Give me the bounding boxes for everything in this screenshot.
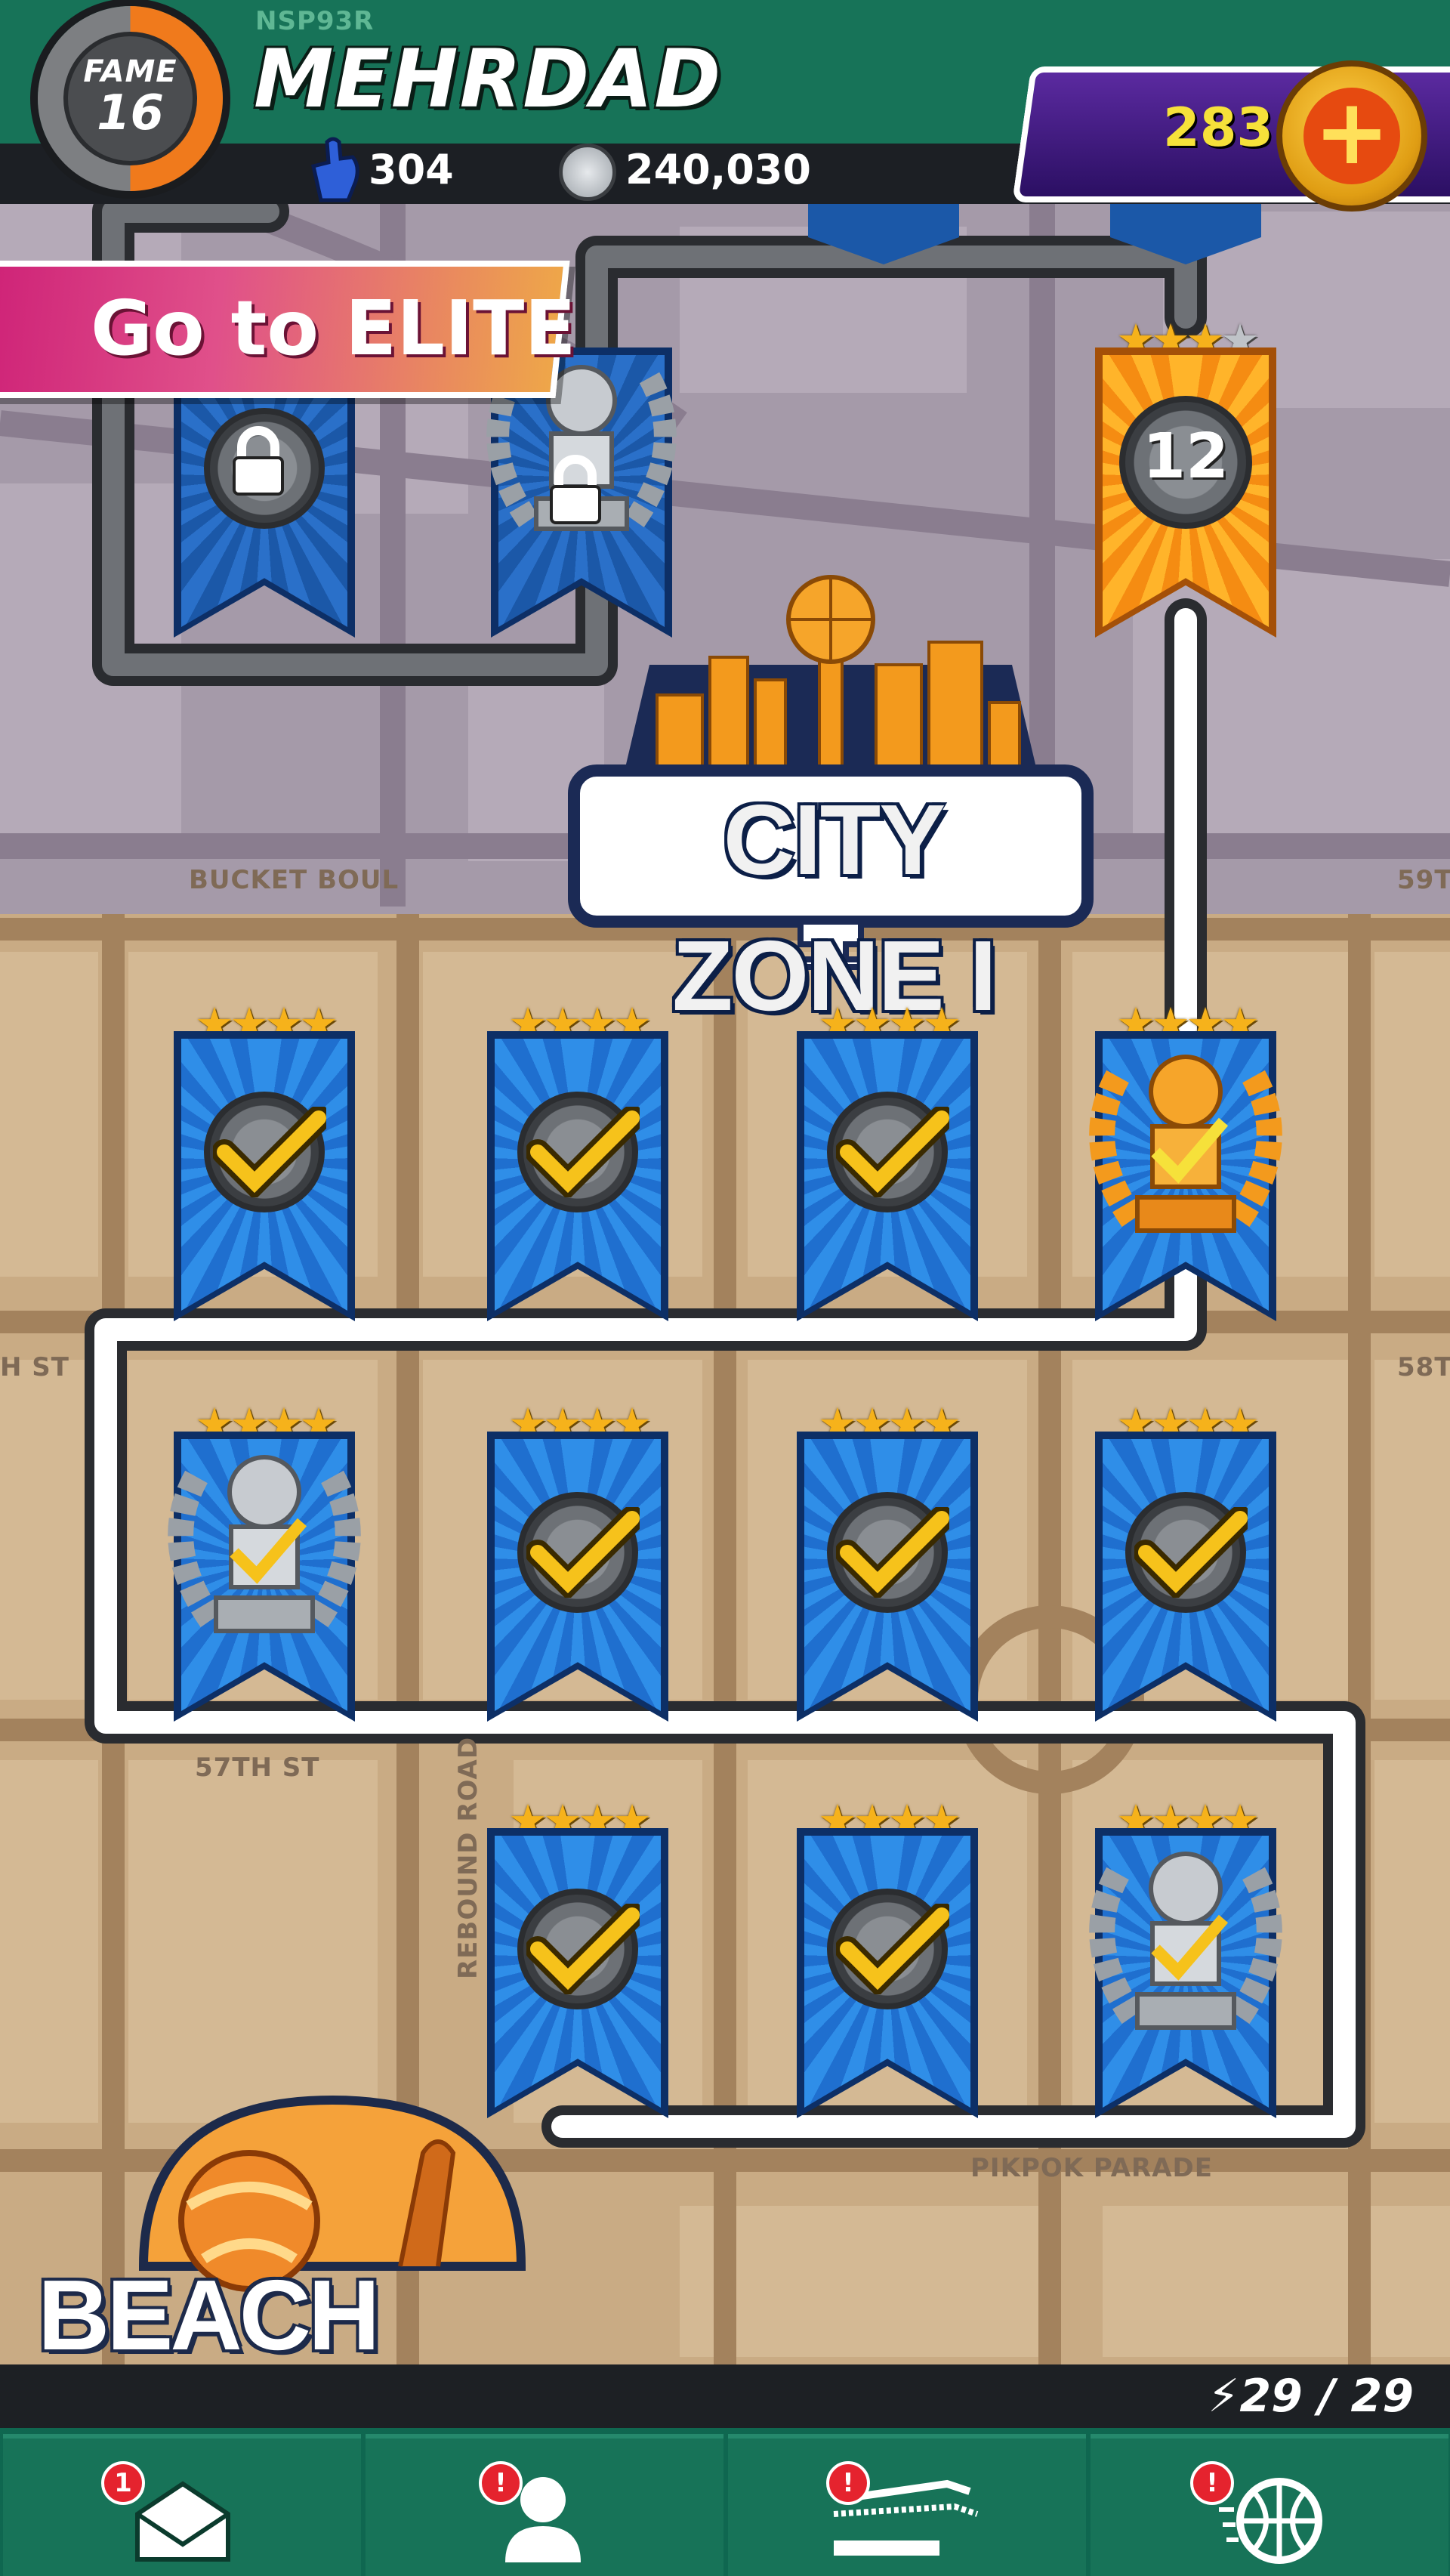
street-label-bucket-boul: BUCKET BOUL — [189, 865, 400, 895]
fan-hand-icon — [311, 137, 359, 202]
trophy-wreath-icon — [168, 1455, 361, 1633]
profile-badge: ! — [479, 2461, 523, 2505]
basketball-icon — [1219, 2478, 1322, 2564]
nav-mail-button[interactable]: 1 — [3, 2434, 361, 2576]
level-node-completed[interactable]: ★★★★ — [797, 1001, 978, 1356]
cash-coin-icon — [559, 144, 616, 201]
level-node-completed[interactable]: ★★★★ — [797, 1401, 978, 1756]
checkmark-icon — [1134, 1507, 1248, 1598]
city-zone-title: CITY ZONE I — [671, 784, 997, 1031]
basketball-badge: ! — [1190, 2461, 1234, 2505]
level-number: 12 — [1142, 421, 1229, 493]
nav-shop-button[interactable]: ! — [728, 2434, 1086, 2576]
level-node-completed[interactable]: ★★★★ — [487, 1401, 668, 1756]
fame-level-badge[interactable]: FAME 16 — [38, 6, 223, 191]
cash-amount: 240,030 — [625, 146, 811, 193]
street-label-59th: 59TI — [1397, 865, 1450, 895]
level-node-completed[interactable]: ★★★★ — [174, 1001, 355, 1356]
beach-zone-title: BEACH ZONE — [38, 2259, 380, 2474]
level-node-silver-trophy[interactable]: ★★★★ — [1089, 1798, 1282, 2153]
player-name[interactable]: MEHRDAD — [254, 38, 722, 121]
nav-profile-button[interactable]: ! — [366, 2434, 723, 2576]
street-label-pikpok-parade: PIKPOK PARADE — [970, 2153, 1213, 2183]
checkmark-icon — [526, 1107, 640, 1197]
street-label-58th: 58TI — [1397, 1352, 1450, 1382]
mail-badge: 1 — [101, 2461, 145, 2505]
level-node-completed[interactable]: ★★★★ — [797, 1798, 978, 2153]
checkmark-icon — [836, 1107, 949, 1197]
mail-icon — [135, 2481, 230, 2562]
energy-value: 29 / 29 — [1239, 2370, 1414, 2423]
go-to-elite-label: Go to ELITE — [91, 284, 576, 372]
trophy-wreath-icon — [1089, 1055, 1282, 1233]
street-label-h-st: H ST — [0, 1352, 69, 1382]
level-node-silver-trophy[interactable]: ★★★★ — [168, 1401, 361, 1756]
street-label-rebound-road: REBOUND ROAD — [453, 1736, 483, 1979]
checkmark-icon — [526, 1904, 640, 1994]
checkmark-icon — [526, 1507, 640, 1598]
street-label-57th: 57TH ST — [195, 1753, 320, 1783]
checkmark-icon — [213, 1107, 326, 1197]
trophy-wreath-icon — [1089, 1852, 1282, 2030]
checkmark-icon — [836, 1507, 949, 1598]
fame-level: 16 — [96, 85, 165, 141]
shop-badge: ! — [826, 2461, 870, 2505]
player-id: NSP93R — [255, 6, 375, 36]
coin-amount: 283 — [1163, 97, 1274, 159]
header-bar: FAME 16 NSP93R MEHRDAD 304 240,030 283 + — [0, 0, 1450, 212]
fans-count: 304 — [369, 146, 454, 193]
gold-coin-plus-icon[interactable]: + — [1276, 60, 1427, 212]
energy-counter: ⚡29 / 29 — [1208, 2369, 1414, 2423]
lightning-icon: ⚡ — [1208, 2370, 1240, 2423]
lock-icon — [550, 455, 601, 524]
level-medal: 12 — [1119, 396, 1252, 529]
level-node-current[interactable]: ★★★★ 12 — [1095, 317, 1276, 672]
level-node-completed[interactable]: ★★★★ — [1095, 1401, 1276, 1756]
level-node-completed[interactable]: ★★★★ — [487, 1001, 668, 1356]
checkmark-icon — [836, 1904, 949, 1994]
level-node-gold-trophy[interactable]: ★★★★ — [1089, 1001, 1282, 1356]
fame-label: FAME — [83, 54, 177, 89]
lock-icon — [233, 426, 284, 496]
nav-basketball-button[interactable]: ! — [1091, 2434, 1448, 2576]
